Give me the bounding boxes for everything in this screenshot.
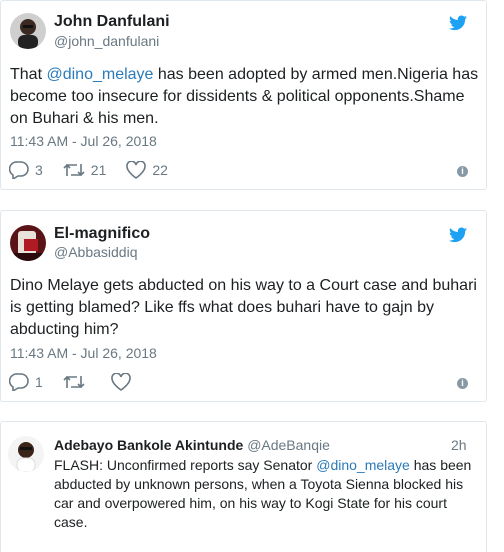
reply-icon — [9, 373, 29, 391]
author-name[interactable]: El-magnifico — [54, 225, 150, 243]
like-count: 22 — [152, 162, 168, 178]
reply-button[interactable]: 1 — [9, 373, 43, 391]
avatar[interactable] — [8, 436, 44, 472]
like-button[interactable] — [110, 373, 137, 391]
author-handle[interactable]: @john_danfulani — [54, 33, 159, 49]
author-handle[interactable]: @Abbasiddiq — [54, 244, 138, 260]
tweet-actions: 1 — [9, 373, 157, 391]
tweet-text: FLASH: Unconfirmed reports say Senator @… — [54, 457, 472, 530]
twitter-bird-icon[interactable] — [449, 15, 467, 31]
tweet-text: That @dino_melaye has been adopted by ar… — [10, 66, 479, 127]
avatar[interactable] — [10, 225, 46, 261]
tweet-timestamp[interactable]: 11:43 AM - Jul 26, 2018 — [10, 133, 157, 149]
retweet-button[interactable]: 21 — [63, 162, 107, 178]
tweet-actions: 3 21 22 — [9, 161, 188, 179]
retweet-icon — [63, 163, 85, 177]
reply-button[interactable]: 3 — [9, 161, 43, 179]
reply-count: 3 — [35, 162, 43, 178]
author-name[interactable]: Adebayo Bankole Akintunde — [54, 437, 243, 453]
info-icon[interactable]: i — [457, 378, 468, 389]
retweet-count: 21 — [90, 162, 107, 178]
twitter-bird-icon[interactable] — [449, 227, 467, 243]
heart-icon — [110, 373, 131, 391]
tweet-timestamp[interactable]: 2h — [451, 437, 467, 453]
tweet-card-2: El-magnifico @Abbasiddiq Dino Melaye get… — [0, 210, 487, 402]
tweet-timestamp[interactable]: 11:43 AM - Jul 26, 2018 — [10, 345, 157, 361]
retweet-icon — [63, 375, 85, 389]
avatar[interactable] — [10, 13, 46, 49]
author-line: Adebayo Bankole Akintunde @AdeBanqie — [54, 437, 330, 453]
mention-link[interactable]: @dino_melaye — [46, 66, 153, 83]
like-button[interactable]: 22 — [126, 161, 168, 179]
retweet-button[interactable] — [63, 374, 91, 390]
reply-icon — [9, 161, 29, 179]
reply-count: 1 — [35, 374, 43, 390]
tweet-text: Dino Melaye gets abducted on his way to … — [10, 277, 477, 338]
author-name[interactable]: John Danfulani — [54, 13, 170, 31]
heart-icon — [126, 161, 147, 179]
info-icon[interactable]: i — [457, 166, 468, 177]
mention-link[interactable]: @dino_melaye — [316, 457, 410, 473]
author-handle[interactable]: @AdeBanqie — [247, 437, 330, 453]
tweet-card-1: John Danfulani @john_danfulani That @din… — [0, 0, 487, 190]
